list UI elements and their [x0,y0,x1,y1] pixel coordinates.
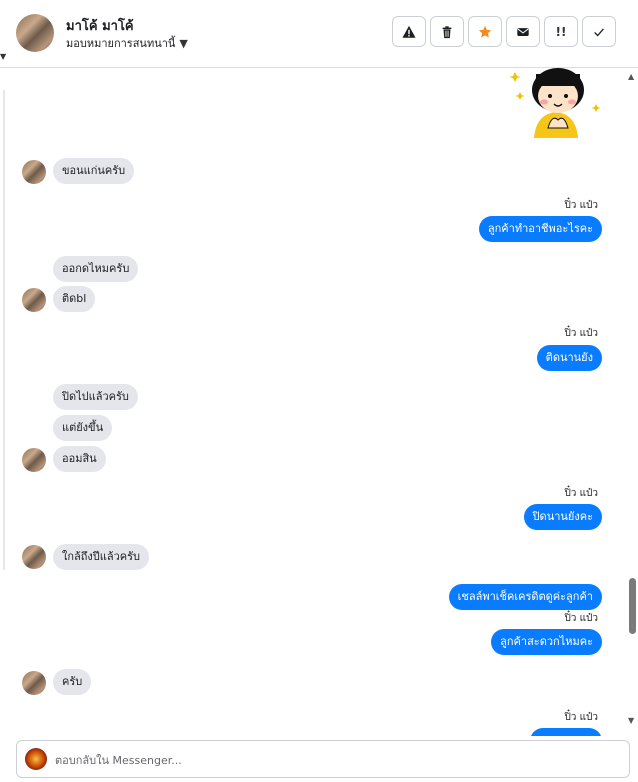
header-actions: !! [392,16,616,47]
sender-name: ปิ๋ว แป๋ว [564,328,598,339]
reply-composer [16,740,630,778]
incoming-message: ติดbl [53,286,96,312]
incoming-message: ใกล้ถึงปีแล้วครับ [53,544,150,570]
conversation-thread: ขอนแก่นครับ ปิ๋ว แป๋ว ลูกค้าทำอาชีพอะไรค… [6,68,626,736]
contact-avatar-small [22,160,46,184]
warning-icon [402,25,416,38]
incoming-message: ออมสิน [53,446,106,472]
contact-avatar-small [22,448,46,472]
outgoing-message: ติดนานยัง [536,345,602,371]
mail-icon [517,27,529,36]
contact-avatar-small [22,288,46,312]
contact-name[interactable]: มาโค้ มาโค้ [66,15,134,36]
trash-icon [442,25,452,38]
sticker-image [509,68,601,138]
assign-label: มอบหมายการสนทนานี้ [66,37,176,50]
sender-name: ปิ๋ว แป๋ว [564,613,598,624]
sender-name: ปิ๋ว แป๋ว [564,712,598,723]
star-icon [478,25,492,38]
caret-down-icon: ▼ [179,36,188,50]
incoming-message: ออกดไหมครับ [53,256,139,282]
outgoing-message: ปิดนานยังคะ [523,504,602,530]
assign-conversation-dropdown[interactable]: มอบหมายการสนทนานี้ ▼ [66,34,188,52]
outgoing-message-partial [530,728,602,736]
incoming-message: ขอนแก่นครับ [53,158,135,184]
conversation-header: มาโค้ มาโค้ มอบหมายการสนทนานี้ ▼ !! [0,0,638,68]
left-divider [3,90,5,570]
contact-avatar-small [22,545,46,569]
outgoing-message: ลูกค้าทำอาชีพอะไรคะ [478,216,602,242]
check-icon [594,28,604,36]
scroll-down-arrow-icon[interactable]: ▼ [628,716,634,725]
spam-button[interactable]: !! [544,16,578,47]
sender-name: ปิ๋ว แป๋ว [564,488,598,499]
incoming-message: แต่ยังขึ้น [53,415,113,441]
contact-avatar[interactable] [16,14,54,52]
mark-done-button[interactable] [582,16,616,47]
scrollbar-thumb[interactable] [629,578,636,634]
page-avatar [25,748,47,770]
delete-button[interactable] [430,16,464,47]
contact-avatar-small [22,671,46,695]
reply-input[interactable] [55,751,615,769]
outgoing-message: ลูกค้าสะดวกไหมคะ [491,629,602,655]
mark-unread-button[interactable] [506,16,540,47]
incoming-message: ปิดไปแล้วครับ [53,384,138,410]
outgoing-message: เชลล์พาเช็คเครดิตดูค่ะลูกค้า [448,584,602,610]
star-button[interactable] [468,16,502,47]
report-button[interactable] [392,16,426,47]
incoming-message: ครับ [53,669,92,695]
spam-icon: !! [555,24,567,39]
sender-name: ปิ๋ว แป๋ว [564,200,598,211]
conversation-scrollbar[interactable]: ▲ ▼ [626,68,638,736]
scroll-up-arrow-icon[interactable]: ▲ [628,72,634,81]
panel-collapse-icon[interactable]: ▼ [0,52,6,61]
